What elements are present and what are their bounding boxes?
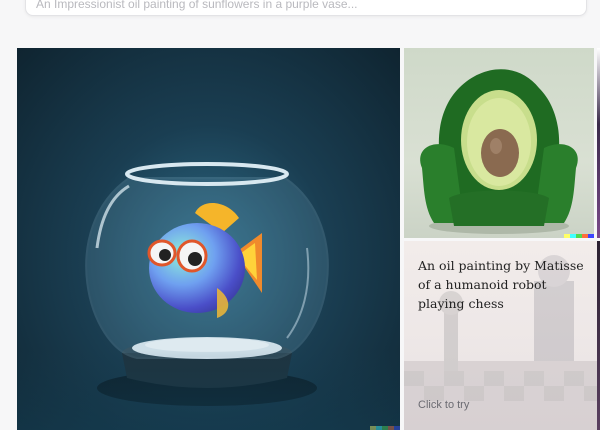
dalle-watermark: [564, 234, 594, 238]
click-to-try-label[interactable]: Click to try: [418, 399, 469, 411]
prompt-suggestion-card[interactable]: An oil painting by Matisse of a humanoid…: [404, 241, 600, 430]
prompt-placeholder: An Impressionist oil painting of sunflow…: [36, 0, 358, 11]
fishbowl-illustration: [85, 162, 329, 406]
prompt-input[interactable]: An Impressionist oil painting of sunflow…: [25, 0, 587, 16]
gallery-image-fishbowl[interactable]: [17, 48, 400, 430]
avocado-chair-illustration: [420, 69, 578, 234]
dalle-watermark: [370, 426, 400, 430]
gallery-image-avocado-chair[interactable]: [404, 48, 594, 238]
prompt-caption: An oil painting by Matisse of a humanoid…: [418, 258, 584, 311]
